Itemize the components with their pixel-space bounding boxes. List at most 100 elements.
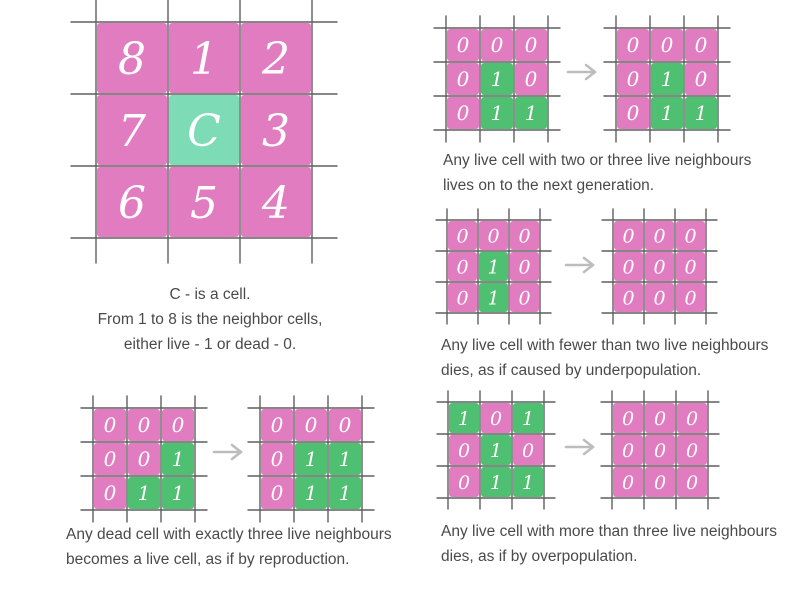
cell-value: 0 <box>138 413 151 437</box>
cell-value: 0 <box>654 472 666 494</box>
legend-caption-line-3: either live - 1 or dead - 0. <box>123 336 297 353</box>
cell-value: 0 <box>457 101 470 125</box>
overpopulation-caption: Any live cell with more than three live … <box>441 519 777 569</box>
cell-value: 1 <box>490 440 502 462</box>
cell-value: 0 <box>653 287 665 309</box>
cell-value: 0 <box>622 472 634 494</box>
cell-value: 0 <box>522 440 534 462</box>
reproduction-arrow-icon <box>211 442 245 467</box>
legend-caption-line-2: From 1 to 8 is the neighbor cells, <box>97 311 323 328</box>
underpopulation-arrow-icon <box>563 255 597 280</box>
cell-value: 1 <box>487 287 499 309</box>
cell-value: 7 <box>118 106 146 157</box>
cell-value: 0 <box>456 225 468 247</box>
survival-before-grid: 000010011 <box>433 15 561 143</box>
cell-value: C <box>187 106 221 157</box>
cell-value: 0 <box>138 447 151 471</box>
cell-value: 0 <box>457 33 470 57</box>
cell-value: 0 <box>622 440 634 462</box>
cell-value: 1 <box>491 101 504 125</box>
overpopulation-arrow-icon <box>563 437 597 462</box>
cell-value: 0 <box>490 408 502 430</box>
cell-value: 0 <box>172 413 185 437</box>
arrow-glyph <box>566 63 597 81</box>
arrow-glyph <box>564 256 595 274</box>
reproduction-caption: Any dead cell with exactly three live ne… <box>66 522 392 572</box>
cell-value: 0 <box>339 413 352 437</box>
underpopulation-caption-line-2: dies, as if caused by underpopulation. <box>441 362 702 379</box>
cell-value: 4 <box>261 178 290 229</box>
cell-value: 1 <box>661 101 674 125</box>
cell-value: 0 <box>525 33 538 57</box>
cell-value: 1 <box>490 472 502 494</box>
cell-grid-svg: 0 0 00 0 00 0 0 <box>600 390 720 510</box>
cell-value: 0 <box>622 287 634 309</box>
overpopulation-before-grid: 101010011 <box>436 390 556 510</box>
overpopulation-after-grid: 000000000 <box>600 390 720 510</box>
cell-value: 0 <box>654 408 666 430</box>
cell-value: 1 <box>172 447 185 471</box>
cell-value: 0 <box>458 472 470 494</box>
cell-value: 0 <box>518 225 530 247</box>
cell-value: 0 <box>627 67 640 91</box>
cell-value: 0 <box>487 225 499 247</box>
cell-value: 0 <box>271 447 284 471</box>
cell-value: 0 <box>684 256 696 278</box>
cell-value: 1 <box>190 34 218 85</box>
cell-value: 0 <box>458 440 470 462</box>
arrow-glyph <box>212 443 243 461</box>
survival-after-grid: 000010011 <box>603 15 731 143</box>
cell-value: 0 <box>622 225 634 247</box>
cell-value: 0 <box>627 33 640 57</box>
cell-value: 0 <box>622 408 634 430</box>
cell-grid-svg: 8 1 2 7 C 3 6 5 4 <box>70 0 338 264</box>
survival-arrow-icon <box>565 62 599 87</box>
reproduction-caption-line-2: becomes a live cell, as if by reproducti… <box>66 551 350 568</box>
cell-grid-svg: 0 0 00 0 10 1 1 <box>80 395 208 523</box>
cell-value: 0 <box>305 413 318 437</box>
cell-value: 1 <box>172 481 185 505</box>
cell-value: 1 <box>487 256 499 278</box>
cell-value: 1 <box>491 67 504 91</box>
cell-value: 0 <box>627 101 640 125</box>
underpopulation-after-grid: 000000000 <box>601 208 718 325</box>
underpopulation-before-grid: 000010010 <box>435 208 552 325</box>
overpopulation-caption-line-1: Any live cell with more than three live … <box>441 523 778 540</box>
cell-value: 0 <box>695 33 708 57</box>
cell-value: 0 <box>686 440 698 462</box>
survival-caption-line-2: lives on to the next generation. <box>443 177 655 194</box>
cell-value: 2 <box>261 34 290 85</box>
legend-caption: C - is a cell. From 1 to 8 is the neighb… <box>60 282 360 357</box>
underpopulation-caption: Any live cell with fewer than two live n… <box>441 333 768 383</box>
arrow-glyph <box>564 438 595 456</box>
cell-grid-svg: 0 0 00 1 10 1 1 <box>247 395 375 523</box>
cell-value: 0 <box>271 413 284 437</box>
reproduction-caption-line-1: Any dead cell with exactly three live ne… <box>66 526 392 543</box>
neighborhood-legend-grid: 812 7C3 654 <box>70 0 338 264</box>
reproduction-before-grid: 000001011 <box>80 395 208 523</box>
legend-caption-line-1: C - is a cell. <box>169 286 251 303</box>
cell-grid-svg: 0 0 00 1 00 1 1 <box>433 15 561 143</box>
cell-grid-svg: 0 0 00 1 00 1 1 <box>603 15 731 143</box>
cell-value: 1 <box>339 447 352 471</box>
cell-value: 0 <box>661 33 674 57</box>
cell-value: 0 <box>653 256 665 278</box>
cell-value: 0 <box>456 256 468 278</box>
cell-value: 0 <box>622 256 634 278</box>
cell-value: 1 <box>522 472 534 494</box>
cell-value: 0 <box>104 413 117 437</box>
cell-value: 1 <box>661 67 674 91</box>
cell-grid-svg: 0 0 00 1 00 1 0 <box>435 208 552 325</box>
cell-value: 1 <box>339 481 352 505</box>
cell-value: 0 <box>654 440 666 462</box>
cell-value: 0 <box>271 481 284 505</box>
cell-value: 1 <box>305 447 318 471</box>
cell-grid-svg: 0 0 00 0 00 0 0 <box>601 208 718 325</box>
cell-value: 0 <box>518 287 530 309</box>
cell-value: 0 <box>104 481 117 505</box>
cell-value: 0 <box>457 67 470 91</box>
cell-value: 1 <box>695 101 708 125</box>
underpopulation-caption-line-1: Any live cell with fewer than two live n… <box>441 337 769 354</box>
cell-value: 1 <box>458 408 470 430</box>
cell-value: 0 <box>518 256 530 278</box>
